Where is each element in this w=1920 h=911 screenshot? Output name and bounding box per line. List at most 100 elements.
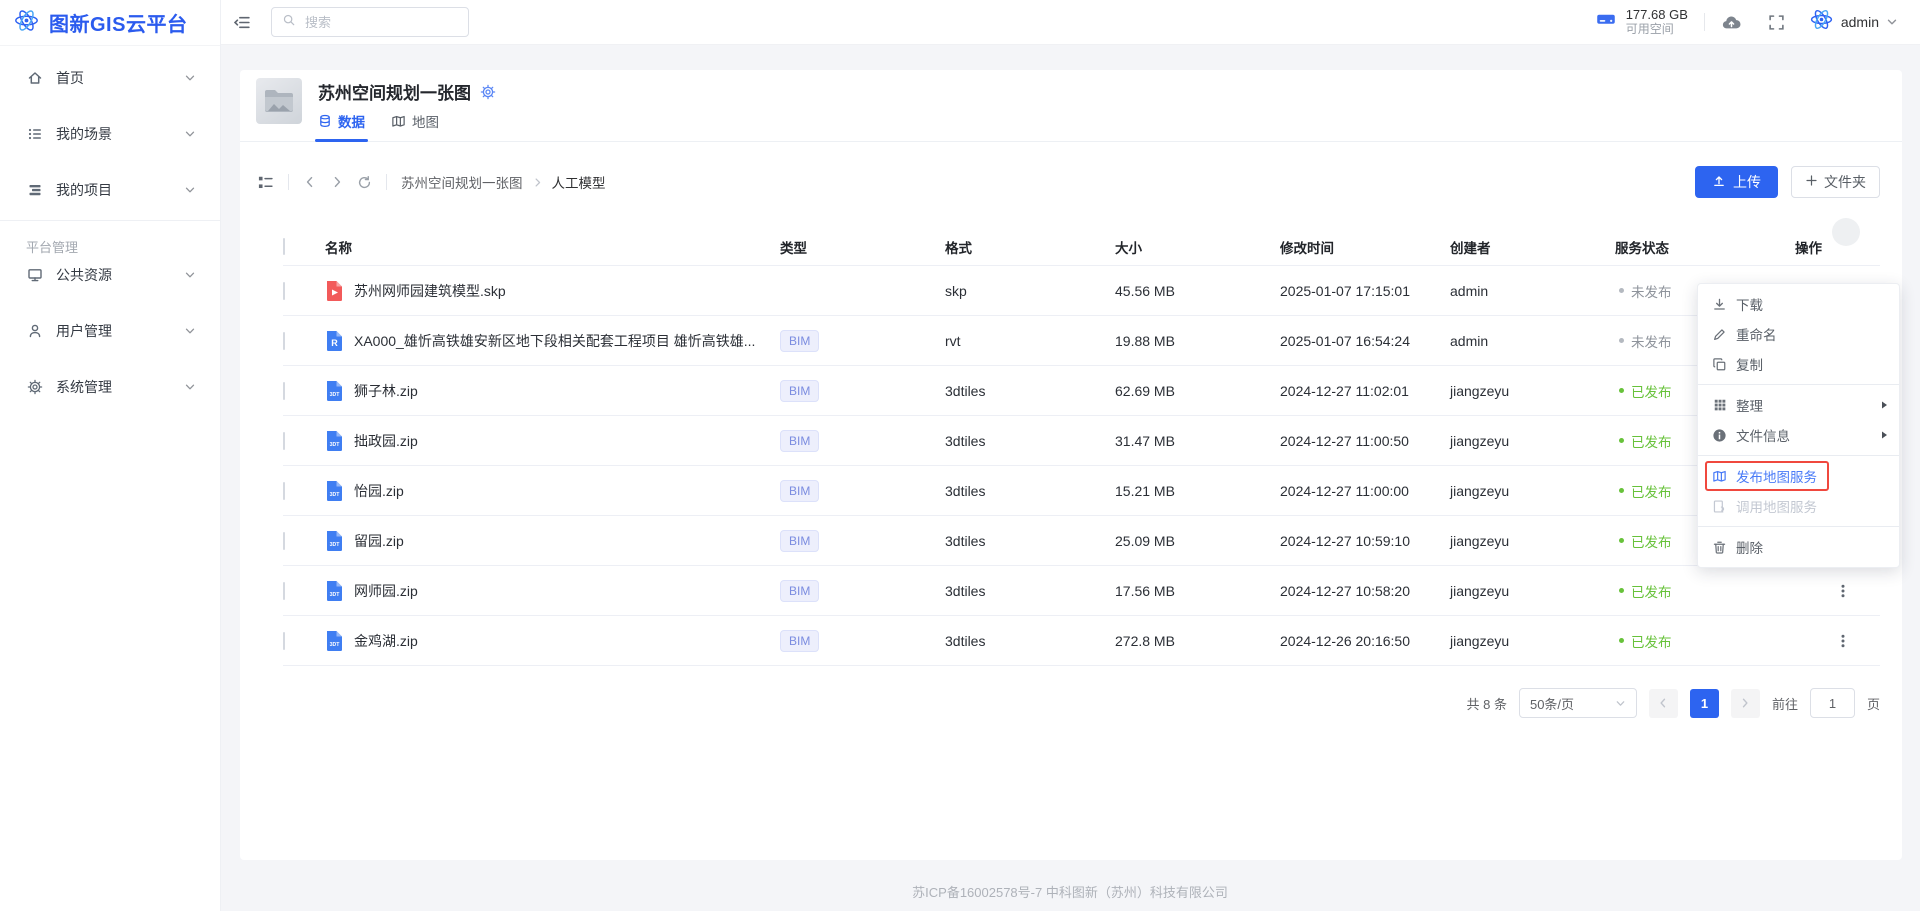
- table-row[interactable]: 3DT 拙政园.zip BIM 3dtiles 31.47 MB 2024-12…: [283, 416, 1880, 466]
- next-page-button[interactable]: [1731, 689, 1760, 718]
- row-checkbox[interactable]: [283, 632, 285, 650]
- table-row[interactable]: 3DT 狮子林.zip BIM 3dtiles 62.69 MB 2024-12…: [283, 366, 1880, 416]
- file-creator: jiangzeyu: [1450, 533, 1615, 549]
- file-name[interactable]: 拙政园.zip: [354, 431, 418, 451]
- chevron-down-icon: [184, 184, 196, 196]
- sidebar-item[interactable]: 系统管理: [0, 359, 220, 415]
- table-row[interactable]: 3DT 金鸡湖.zip BIM 3dtiles 272.8 MB 2024-12…: [283, 616, 1880, 666]
- file-name[interactable]: 苏州网师园建筑模型.skp: [354, 281, 506, 301]
- file-name[interactable]: 狮子林.zip: [354, 381, 418, 401]
- file-name[interactable]: 留园.zip: [354, 531, 404, 551]
- table-row[interactable]: 3DT 怡园.zip BIM 3dtiles 15.21 MB 2024-12-…: [283, 466, 1880, 516]
- sidebar-item[interactable]: 用户管理: [0, 303, 220, 359]
- chevron-down-icon: [1615, 698, 1626, 709]
- table-row[interactable]: R XA000_雄忻高铁雄安新区地下段相关配套工程项目 雄忻高铁雄... BIM…: [283, 316, 1880, 366]
- status-dot: [1619, 338, 1624, 343]
- col-header-status: 服务状态: [1615, 237, 1785, 257]
- row-checkbox[interactable]: [283, 532, 285, 550]
- page-number-button[interactable]: 1: [1690, 689, 1719, 718]
- prev-page-button[interactable]: [1649, 689, 1678, 718]
- sidebar-item[interactable]: 公共资源: [0, 247, 220, 303]
- context-menu-item-highlighted[interactable]: 发布地图服务: [1698, 461, 1899, 491]
- cloud-upload-icon[interactable]: [1721, 13, 1742, 31]
- goto-label: 前往: [1772, 694, 1798, 713]
- sidebar-item[interactable]: 首页: [0, 50, 220, 106]
- row-checkbox[interactable]: [283, 432, 285, 450]
- context-menu-item[interactable]: 整理: [1698, 390, 1899, 420]
- search-box[interactable]: [271, 7, 469, 37]
- refresh-icon[interactable]: [357, 175, 372, 190]
- status-dot: [1619, 488, 1624, 493]
- page-unit-label: 页: [1867, 694, 1880, 713]
- table-row[interactable]: 3DT 网师园.zip BIM 3dtiles 17.56 MB 2024-12…: [283, 566, 1880, 616]
- project-settings-gear-icon[interactable]: [480, 84, 496, 100]
- total-count: 共 8 条: [1467, 694, 1507, 713]
- context-menu-item[interactable]: 复制: [1698, 349, 1899, 379]
- goto-page-input[interactable]: [1810, 688, 1855, 718]
- status-label: 已发布: [1631, 631, 1672, 651]
- search-input[interactable]: [303, 14, 483, 31]
- file-name[interactable]: 网师园.zip: [354, 581, 418, 601]
- row-context-menu: 下载 重命名 复制 整理 文件信息 发布地图服务: [1697, 283, 1900, 568]
- context-menu-item[interactable]: 文件信息: [1698, 420, 1899, 450]
- publish-map-icon: [1712, 469, 1727, 484]
- app-root: 图新GIS云平台 首页 我的场景 我的项目 平台管理 公共资源 用户管理 系统管…: [0, 0, 1920, 911]
- sidebar-collapse-icon[interactable]: [234, 14, 251, 31]
- tab-map[interactable]: 地图: [391, 111, 439, 141]
- breadcrumb-separator-icon: [532, 177, 543, 188]
- status-label: 已发布: [1631, 581, 1672, 601]
- sidebar-item[interactable]: 我的场景: [0, 106, 220, 162]
- row-more-icon[interactable]: [1830, 628, 1856, 654]
- tree-view-icon[interactable]: [257, 174, 274, 191]
- column-settings-button[interactable]: [1832, 218, 1860, 246]
- context-menu-item[interactable]: 重命名: [1698, 319, 1899, 349]
- row-checkbox[interactable]: [283, 582, 285, 600]
- file-name[interactable]: 怡园.zip: [354, 481, 404, 501]
- monitor-icon: [26, 267, 43, 284]
- user-menu[interactable]: admin: [1809, 7, 1898, 37]
- context-menu-item[interactable]: 下载: [1698, 289, 1899, 319]
- row-checkbox[interactable]: [283, 382, 285, 400]
- back-icon[interactable]: [303, 175, 317, 189]
- sidebar-nav: 首页 我的场景 我的项目 平台管理 公共资源 用户管理 系统管理: [0, 46, 220, 415]
- page-size-select[interactable]: 50条/页: [1519, 688, 1637, 718]
- breadcrumb-item[interactable]: 苏州空间规划一张图: [401, 172, 523, 192]
- context-menu-item[interactable]: 删除: [1698, 532, 1899, 562]
- breadcrumb-item-current[interactable]: 人工模型: [552, 172, 606, 192]
- app-logo[interactable]: 图新GIS云平台: [0, 0, 220, 46]
- table-row[interactable]: 3DT 留园.zip BIM 3dtiles 25.09 MB 2024-12-…: [283, 516, 1880, 566]
- chevron-down-icon: [184, 128, 196, 140]
- topbar-divider: [1704, 13, 1705, 31]
- file-size: 45.56 MB: [1115, 283, 1280, 299]
- tab-data[interactable]: 数据: [318, 111, 365, 141]
- status-label: 未发布: [1631, 281, 1672, 301]
- select-all-checkbox[interactable]: [283, 238, 285, 255]
- plus-icon: [1805, 174, 1818, 190]
- sidebar-item-label: 用户管理: [56, 321, 112, 341]
- file-name[interactable]: 金鸡湖.zip: [354, 631, 418, 651]
- menu-divider: [1698, 384, 1899, 385]
- status-dot: [1619, 638, 1624, 643]
- storage-label: 可用空间: [1626, 23, 1688, 37]
- file-type-icon: 3DT: [325, 580, 344, 602]
- upload-button[interactable]: 上传: [1695, 166, 1778, 198]
- file-type-icon: 3DT: [325, 480, 344, 502]
- file-creator: jiangzeyu: [1450, 383, 1615, 399]
- row-checkbox[interactable]: [283, 282, 285, 300]
- projects-icon: [26, 182, 43, 199]
- row-checkbox[interactable]: [283, 482, 285, 500]
- chevron-down-icon: [184, 381, 196, 393]
- file-name[interactable]: XA000_雄忻高铁雄安新区地下段相关配套工程项目 雄忻高铁雄...: [354, 331, 755, 351]
- rename-icon: [1712, 327, 1727, 342]
- sidebar-item[interactable]: 我的项目: [0, 162, 220, 218]
- row-checkbox[interactable]: [283, 332, 285, 350]
- type-badge: BIM: [780, 430, 819, 452]
- new-folder-button[interactable]: 文件夹: [1791, 166, 1880, 198]
- row-more-icon[interactable]: [1830, 578, 1856, 604]
- col-header-format: 格式: [945, 237, 1115, 257]
- forward-icon[interactable]: [330, 175, 344, 189]
- table-row[interactable]: 苏州网师园建筑模型.skp skp 45.56 MB 2025-01-07 17…: [283, 266, 1880, 316]
- file-modified: 2024-12-27 10:58:20: [1280, 583, 1450, 599]
- fullscreen-icon[interactable]: [1768, 14, 1785, 31]
- tab-label: 数据: [338, 111, 365, 131]
